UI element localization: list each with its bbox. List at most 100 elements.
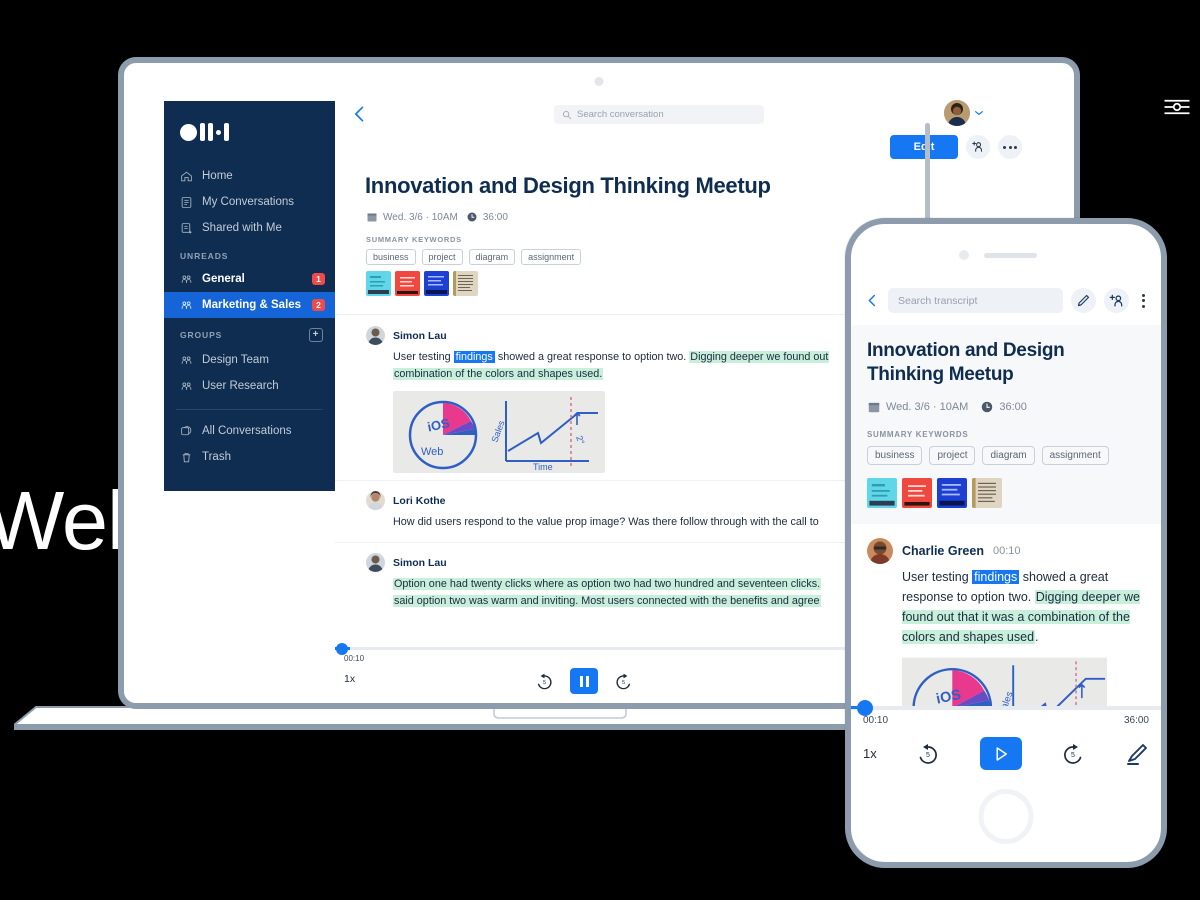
avatar[interactable]: [867, 537, 893, 564]
sidebar: Home My Conversations Shared with Me UNR…: [164, 101, 335, 491]
sidebar-section-label: UNREADS: [180, 251, 229, 261]
transcript-highlight-blue[interactable]: findings: [972, 569, 1020, 584]
keyword-chip[interactable]: business: [867, 445, 923, 465]
pause-icon: [579, 675, 589, 687]
thumbnail-image[interactable]: [937, 477, 967, 508]
sidebar-item-design-team[interactable]: Design Team: [164, 347, 335, 373]
sidebar-item-user-research[interactable]: User Research: [164, 373, 335, 399]
avatar[interactable]: [366, 491, 385, 510]
thumbnail-image[interactable]: [424, 271, 449, 296]
meta-date-text: Wed. 3/6 · 10AM: [383, 211, 458, 223]
document-icon: [181, 196, 192, 208]
edit-button[interactable]: Edit: [890, 135, 958, 159]
add-person-icon: [972, 141, 983, 152]
search-transcript-input[interactable]: Search transcript: [888, 288, 1063, 313]
clock-icon: [982, 401, 993, 412]
sidebar-item-marketing-and-sales[interactable]: Marketing & Sales 2: [164, 292, 335, 318]
clock-icon: [467, 212, 477, 222]
avatar[interactable]: [366, 553, 385, 572]
add-person-button[interactable]: [1104, 288, 1129, 313]
message-timestamp: 00:10: [992, 544, 1021, 557]
home-button[interactable]: [978, 789, 1034, 844]
transcript-segment: How did users respond to the value prop …: [393, 516, 819, 528]
svg-text:5: 5: [926, 752, 930, 759]
add-group-button[interactable]: +: [309, 328, 323, 342]
speaker-name: Simon Lau: [393, 556, 447, 569]
progress-knob[interactable]: [857, 700, 873, 716]
edit-button[interactable]: [1071, 288, 1096, 313]
sidebar-item-shared-with-me[interactable]: Shared with Me: [164, 215, 335, 241]
play-icon: [996, 746, 1007, 761]
rewind-5-icon[interactable]: 5: [916, 742, 940, 766]
thumbnail-image[interactable]: [453, 271, 478, 296]
keyword-chip[interactable]: assignment: [1041, 445, 1109, 465]
pause-button[interactable]: [570, 668, 598, 694]
progress-track[interactable]: [851, 700, 1161, 716]
conversation-title: Innovation and Design Thinking Meetup: [867, 340, 1065, 385]
otter-logo[interactable]: [164, 119, 335, 163]
transcript-highlight-green[interactable]: combination of the colors and shapes use…: [393, 368, 604, 381]
sidebar-item-general[interactable]: General 1: [164, 266, 335, 292]
summary-thumbnails: [867, 477, 1145, 508]
summary-keywords-header: SUMMARY KEYWORDS: [366, 235, 462, 244]
rewind-5-icon[interactable]: 5: [535, 672, 554, 691]
summary-keywords-header: SUMMARY KEYWORDS: [867, 429, 969, 439]
sidebar-divider: [176, 409, 323, 410]
back-button[interactable]: [865, 292, 880, 309]
sidebar-item-label: All Conversations: [202, 425, 292, 437]
play-button[interactable]: [979, 737, 1022, 770]
thumbnail-image[interactable]: [366, 271, 391, 296]
sidebar-item-label: Shared with Me: [202, 222, 282, 234]
summary-keywords-list: business project diagram assignment: [867, 445, 1145, 465]
svg-text:Web: Web: [421, 446, 443, 458]
sidebar-item-home[interactable]: Home: [164, 163, 335, 189]
pencil-icon: [1077, 294, 1090, 307]
transcript-highlight-green[interactable]: Option one had twenty clicks where as op…: [393, 578, 822, 590]
keyword-chip[interactable]: assignment: [521, 249, 582, 265]
current-time: 00:10: [344, 654, 365, 663]
forward-5-icon[interactable]: 5: [614, 672, 633, 691]
background-line: for contributing to our: [0, 893, 1200, 900]
thumbnail-image[interactable]: [867, 477, 897, 508]
highlighter-pen-icon[interactable]: [1125, 742, 1149, 766]
transcript-segment: User testing: [393, 351, 454, 363]
transcript-highlight-green[interactable]: said option two was warm and inviting. M…: [393, 595, 821, 608]
thumbnail-image[interactable]: [902, 477, 932, 508]
meta-duration-text: 36:00: [999, 400, 1027, 413]
group-icon: [181, 381, 192, 390]
calendar-icon: [868, 402, 880, 412]
playback-speed[interactable]: 1x: [344, 673, 355, 685]
keyword-chip[interactable]: project: [929, 445, 976, 465]
phone-summary-card: Innovation and Design Thinking Meetup We…: [851, 325, 1161, 524]
sidebar-item-label: Design Team: [202, 354, 269, 366]
playback-speed[interactable]: 1x: [863, 746, 877, 761]
sidebar-item-label: Home: [202, 170, 233, 182]
sidebar-item-all-conversations[interactable]: All Conversations: [164, 418, 335, 444]
meta-date: Wed. 3/6 · 10AM: [867, 400, 968, 414]
thumbnail-image[interactable]: [972, 477, 1002, 508]
group-icon: [181, 355, 192, 364]
sidebar-section-groups: GROUPS +: [164, 318, 335, 347]
keyword-chip[interactable]: project: [421, 249, 463, 265]
forward-5-icon[interactable]: 5: [1061, 742, 1085, 766]
sliders-icon[interactable]: [1162, 92, 1192, 122]
progress-knob[interactable]: [336, 642, 348, 655]
add-person-button[interactable]: [966, 135, 990, 159]
transcript-segment: showed a great response to option two.: [494, 351, 690, 363]
sidebar-item-label: My Conversations: [202, 196, 295, 208]
avatar[interactable]: [366, 326, 385, 345]
transcript-highlight-blue[interactable]: findings: [453, 351, 495, 363]
whiteboard-image[interactable]: iOS Web 2° Sales Time: [393, 390, 605, 473]
keyword-chip[interactable]: diagram: [982, 445, 1035, 465]
sidebar-item-trash[interactable]: Trash: [164, 444, 335, 470]
speaker-name: Lori Kothe: [393, 494, 446, 507]
more-options-button[interactable]: [998, 135, 1022, 159]
transcript-text: User testing findings showed a great res…: [902, 567, 1145, 648]
thumbnail-image[interactable]: [395, 271, 420, 296]
transcript-highlight-green[interactable]: Digging deeper we found out: [689, 351, 830, 363]
sidebar-section-label: GROUPS: [180, 330, 223, 340]
sidebar-item-my-conversations[interactable]: My Conversations: [164, 189, 335, 215]
keyword-chip[interactable]: diagram: [468, 249, 516, 265]
keyword-chip[interactable]: business: [366, 249, 416, 265]
more-vertical-icon[interactable]: [1137, 293, 1149, 308]
